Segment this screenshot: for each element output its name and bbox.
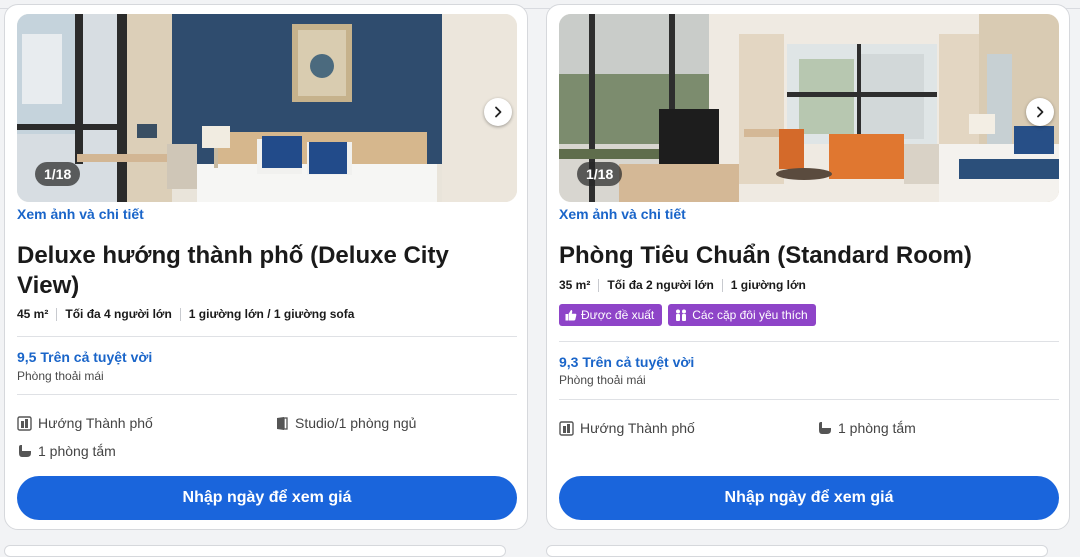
couple-icon: [676, 309, 687, 321]
spec-divider: [56, 307, 58, 321]
next-room-card: [4, 545, 506, 557]
review-subtitle: Phòng thoải mái: [559, 373, 646, 387]
room-specs: 45 m² Tối đa 4 người lớn 1 giường lớn / …: [17, 307, 354, 321]
amenity-label: 1 phòng tắm: [838, 420, 916, 436]
couples-favorite-badge: Các cặp đôi yêu thích: [668, 304, 816, 326]
room-card-deluxe: 1/18 Xem ảnh và chi tiết Deluxe hướng th…: [4, 4, 528, 530]
photo-counter: 1/18: [35, 162, 81, 186]
divider: [559, 399, 1059, 400]
enter-dates-button[interactable]: Nhập ngày để xem giá: [17, 476, 517, 520]
amenity-city-view: Hướng Thành phố: [17, 415, 153, 431]
amenity-city-view: Hướng Thành phố: [559, 420, 695, 436]
amenity-label: Hướng Thành phố: [38, 415, 153, 431]
chevron-right-icon: [1037, 106, 1044, 118]
room-title[interactable]: Deluxe hướng thành phố (Deluxe City View…: [17, 241, 497, 301]
thumbs-up-icon: [565, 310, 577, 321]
review-subtitle: Phòng thoải mái: [17, 369, 104, 383]
room-title[interactable]: Phòng Tiêu Chuẩn (Standard Room): [559, 241, 1039, 271]
next-room-card: [546, 545, 1048, 557]
photo-counter: 1/18: [577, 162, 623, 186]
bathtub-icon: [819, 421, 831, 434]
recommended-badge: Được đề xuất: [559, 304, 663, 326]
city-view-icon: [559, 420, 574, 436]
room-photo[interactable]: 1/18: [17, 14, 517, 202]
spec-divider: [721, 278, 723, 292]
divider: [17, 394, 517, 395]
spec-divider: [598, 278, 600, 292]
room-beds: 1 giường lớn: [730, 278, 806, 292]
room-area: 45 m²: [17, 307, 49, 321]
room-max-guests: Tối đa 2 người lớn: [607, 278, 714, 292]
chevron-right-icon: [495, 106, 502, 118]
amenity-label: Studio/1 phòng ngủ: [295, 415, 417, 431]
bathtub-icon: [19, 444, 31, 457]
room-photo-image: [17, 14, 517, 202]
badge-label: Các cặp đôi yêu thích: [692, 308, 808, 322]
room-beds: 1 giường lớn / 1 giường sofa: [188, 307, 355, 321]
room-photo-image: [559, 14, 1059, 202]
view-photos-link[interactable]: Xem ảnh và chi tiết: [17, 206, 144, 222]
amenity-label: 1 phòng tắm: [38, 443, 116, 459]
amenity-room-type: Studio/1 phòng ngủ: [275, 415, 416, 431]
room-area: 35 m²: [559, 278, 591, 292]
room-max-guests: Tối đa 4 người lớn: [65, 307, 172, 321]
spec-divider: [179, 307, 181, 321]
room-photo[interactable]: 1/18: [559, 14, 1059, 202]
divider: [17, 336, 517, 337]
next-photo-button[interactable]: [484, 98, 512, 126]
review-score[interactable]: 9,5 Trên cả tuyệt vời: [17, 349, 152, 365]
room-badges: Được đề xuất Các cặp đôi yêu thích: [559, 304, 816, 326]
review-score[interactable]: 9,3 Trên cả tuyệt vời: [559, 354, 694, 370]
amenity-bathroom: 1 phòng tắm: [17, 443, 116, 459]
view-photos-link[interactable]: Xem ảnh và chi tiết: [559, 206, 686, 222]
next-photo-button[interactable]: [1026, 98, 1054, 126]
badge-label: Được đề xuất: [581, 308, 655, 322]
amenity-bathroom: 1 phòng tắm: [817, 420, 916, 436]
divider: [559, 341, 1059, 342]
amenity-label: Hướng Thành phố: [580, 420, 695, 436]
city-view-icon: [17, 415, 32, 431]
room-specs: 35 m² Tối đa 2 người lớn 1 giường lớn: [559, 278, 806, 292]
enter-dates-button[interactable]: Nhập ngày để xem giá: [559, 476, 1059, 520]
room-type-icon: [277, 416, 288, 430]
room-card-standard: 1/18 Xem ảnh và chi tiết Phòng Tiêu Chuẩ…: [546, 4, 1070, 530]
